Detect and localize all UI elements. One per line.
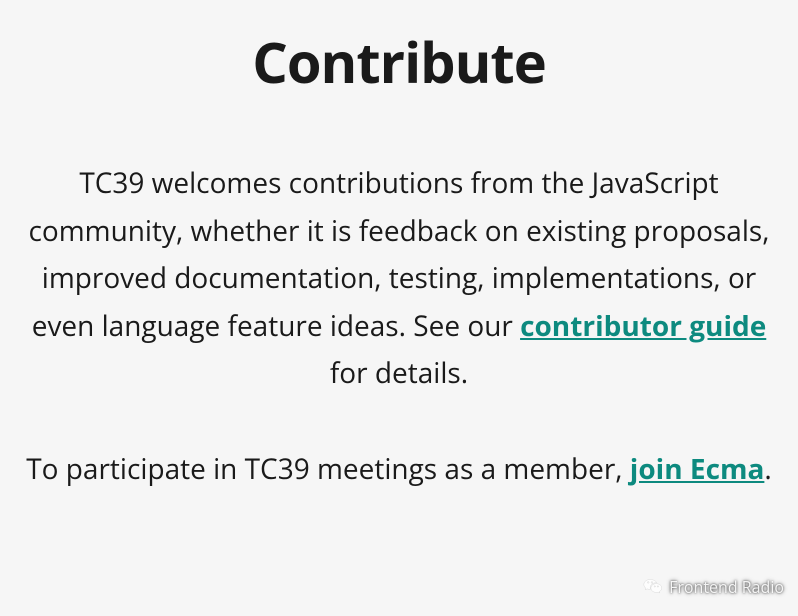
intro-text-after: for details. — [330, 354, 468, 392]
join-text-after: . — [764, 450, 771, 488]
wechat-icon — [643, 577, 663, 597]
contributor-guide-link[interactable]: contributor guide — [520, 307, 766, 345]
watermark-label: Frontend Radio — [669, 576, 784, 598]
join-text-before: To participate in TC39 meetings as a mem… — [26, 450, 630, 488]
watermark: Frontend Radio — [643, 576, 784, 598]
page-heading: Contribute — [20, 24, 778, 100]
join-ecma-link[interactable]: join Ecma — [630, 450, 765, 488]
intro-paragraph: TC39 welcomes contributions from the Jav… — [20, 160, 778, 398]
join-paragraph: To participate in TC39 meetings as a mem… — [20, 446, 778, 494]
